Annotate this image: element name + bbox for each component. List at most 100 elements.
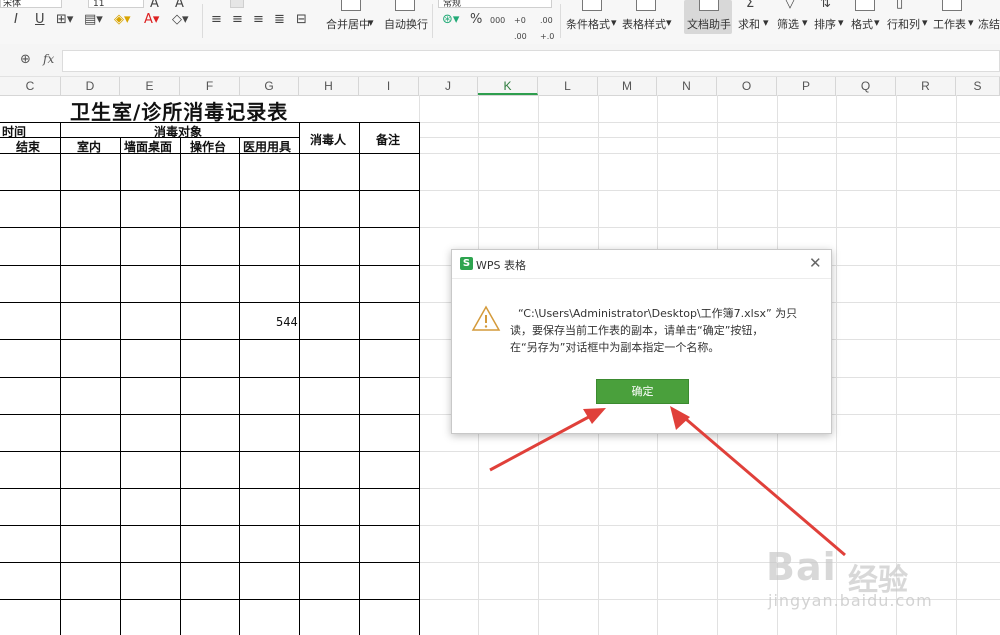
dialog-message-line3: 在“另存为”对话框中为副本指定一个名称。	[510, 341, 720, 354]
align-right-icon[interactable]: ≡	[253, 12, 264, 28]
column-header-C[interactable]: C	[0, 77, 61, 95]
column-header-G[interactable]: G	[240, 77, 299, 95]
column-header-L[interactable]: L	[538, 77, 598, 95]
clear-icon[interactable]: ◇▾	[172, 12, 189, 28]
header-operating-table: 操作台	[190, 140, 227, 154]
column-header-S[interactable]: S	[956, 77, 1000, 95]
warning-icon	[471, 305, 501, 331]
format-icon[interactable]	[855, 0, 875, 11]
table-style-button[interactable]: 表格样式	[622, 16, 666, 32]
column-header-R[interactable]: R	[896, 77, 956, 95]
currency-icon[interactable]: ⊛▾	[442, 12, 459, 28]
dialog-message-line2: 读，要保存当前工作表的副本，请单击“确定”按钮，	[510, 324, 764, 337]
align-center-icon[interactable]: ≡	[232, 12, 243, 28]
cond-format-button[interactable]: 条件格式	[566, 16, 610, 32]
percent-button[interactable]: %	[470, 12, 482, 28]
arrow-right-head	[670, 406, 690, 430]
decrease-decimal-button[interactable]: .00 +.0	[540, 13, 554, 45]
column-header-F[interactable]: F	[180, 77, 240, 95]
grow-font-icon[interactable]: A	[150, 0, 159, 12]
sum-icon[interactable]: Σ	[746, 0, 754, 12]
worksheet-dropdown-icon[interactable]: ▾	[968, 16, 974, 29]
shrink-font-icon[interactable]: A	[175, 0, 184, 12]
header-medical-items: 医用用具	[243, 140, 292, 154]
merge-center-icon[interactable]	[341, 0, 361, 11]
distributed-icon[interactable]: ⊟	[296, 12, 307, 28]
justify-icon[interactable]: ≣	[274, 12, 285, 28]
worksheet-button[interactable]: 工作表	[933, 16, 966, 32]
ribbon-separator	[432, 4, 433, 38]
merge-center-button[interactable]: 合并居中	[326, 16, 370, 32]
column-header-H[interactable]: H	[299, 77, 359, 95]
border-icon[interactable]: ⊞▾	[56, 12, 73, 28]
worksheet-icon[interactable]	[942, 0, 962, 11]
wps-logo-icon: S	[460, 257, 473, 270]
column-header-P[interactable]: P	[777, 77, 836, 95]
filter-dropdown-icon[interactable]: ▾	[802, 16, 808, 29]
thousands-button[interactable]: 000	[490, 13, 505, 29]
number-format-value: 常规	[443, 0, 462, 9]
watermark-url: jingyan.baidu.com	[768, 591, 933, 610]
cond-format-dropdown-icon[interactable]: ▾	[611, 16, 617, 29]
sheet-title: 卫生室/诊所消毒记录表	[70, 100, 289, 124]
cell-value[interactable]: 544	[276, 315, 298, 329]
arrow-left-head	[583, 408, 606, 424]
column-header-Q[interactable]: Q	[836, 77, 896, 95]
row-col-dropdown-icon[interactable]: ▾	[922, 16, 928, 29]
header-wall-desk: 墙面桌面	[124, 140, 173, 154]
cell-style-icon[interactable]: ▤▾	[84, 12, 103, 28]
font-color-icon[interactable]: A▾	[144, 12, 159, 28]
merge-dropdown-icon[interactable]: ▾	[368, 16, 374, 29]
filter-icon[interactable]: ▽	[785, 0, 795, 12]
sort-button[interactable]: 排序	[814, 16, 836, 32]
table-style-icon[interactable]	[636, 0, 656, 11]
row-col-icon[interactable]: ▯	[896, 0, 903, 12]
font-size-value: 11	[93, 0, 105, 9]
fx-label[interactable]: fx	[43, 52, 54, 66]
row-col-button[interactable]: 行和列	[887, 16, 920, 32]
wrap-text-icon[interactable]	[395, 0, 415, 11]
increase-decimal-button[interactable]: +0.00	[514, 13, 527, 45]
italic-icon[interactable]: I	[14, 12, 18, 28]
column-header-J[interactable]: J	[419, 77, 478, 95]
column-header-K[interactable]: K	[478, 77, 538, 95]
column-header-O[interactable]: O	[717, 77, 777, 95]
fill-color-icon[interactable]: ◈▾	[114, 12, 131, 28]
column-header-D[interactable]: D	[61, 77, 120, 95]
sort-icon[interactable]: ⇅	[820, 0, 831, 12]
arrow-right-line	[679, 412, 846, 557]
filter-button[interactable]: 筛选	[777, 16, 799, 32]
doc-helper-button[interactable]: 文档助手	[687, 16, 731, 32]
sum-dropdown-icon[interactable]: ▾	[763, 16, 769, 29]
close-icon[interactable]: ✕	[809, 254, 822, 272]
align-top-icon[interactable]	[230, 0, 244, 8]
arrow-left-line	[489, 410, 599, 472]
sum-button[interactable]: 求和	[738, 16, 760, 32]
sort-dropdown-icon[interactable]: ▾	[838, 16, 844, 29]
ribbon-separator	[202, 4, 203, 38]
wrap-text-button[interactable]: 自动换行	[384, 16, 428, 32]
column-header-N[interactable]: N	[657, 77, 717, 95]
table-style-dropdown-icon[interactable]: ▾	[666, 16, 672, 29]
header-end: 结束	[16, 140, 41, 154]
formula-input[interactable]	[62, 50, 1000, 72]
annotation-arrows	[489, 406, 846, 557]
underline-icon[interactable]: U	[35, 12, 45, 28]
format-button[interactable]: 格式	[851, 16, 873, 32]
header-disinfector: 消毒人	[310, 133, 347, 147]
format-dropdown-icon[interactable]: ▾	[874, 16, 880, 29]
column-header-E[interactable]: E	[120, 77, 180, 95]
zoom-cell-icon[interactable]: ⊕	[20, 52, 31, 67]
number-format-select[interactable]: 常规	[438, 0, 552, 9]
align-left-icon[interactable]: ≡	[211, 12, 222, 28]
column-header-I[interactable]: I	[359, 77, 419, 95]
font-name-value: 宋体	[3, 0, 22, 9]
freeze-button[interactable]: 冻结	[978, 16, 1000, 32]
font-size-select[interactable]: 11	[88, 0, 144, 9]
font-name-select[interactable]: 宋体	[0, 0, 62, 9]
column-header-M[interactable]: M	[598, 77, 657, 95]
header-indoor: 室内	[77, 140, 102, 154]
baidu-watermark: Bai	[766, 545, 837, 589]
doc-helper-icon[interactable]	[699, 0, 719, 11]
cond-format-icon[interactable]	[582, 0, 602, 11]
